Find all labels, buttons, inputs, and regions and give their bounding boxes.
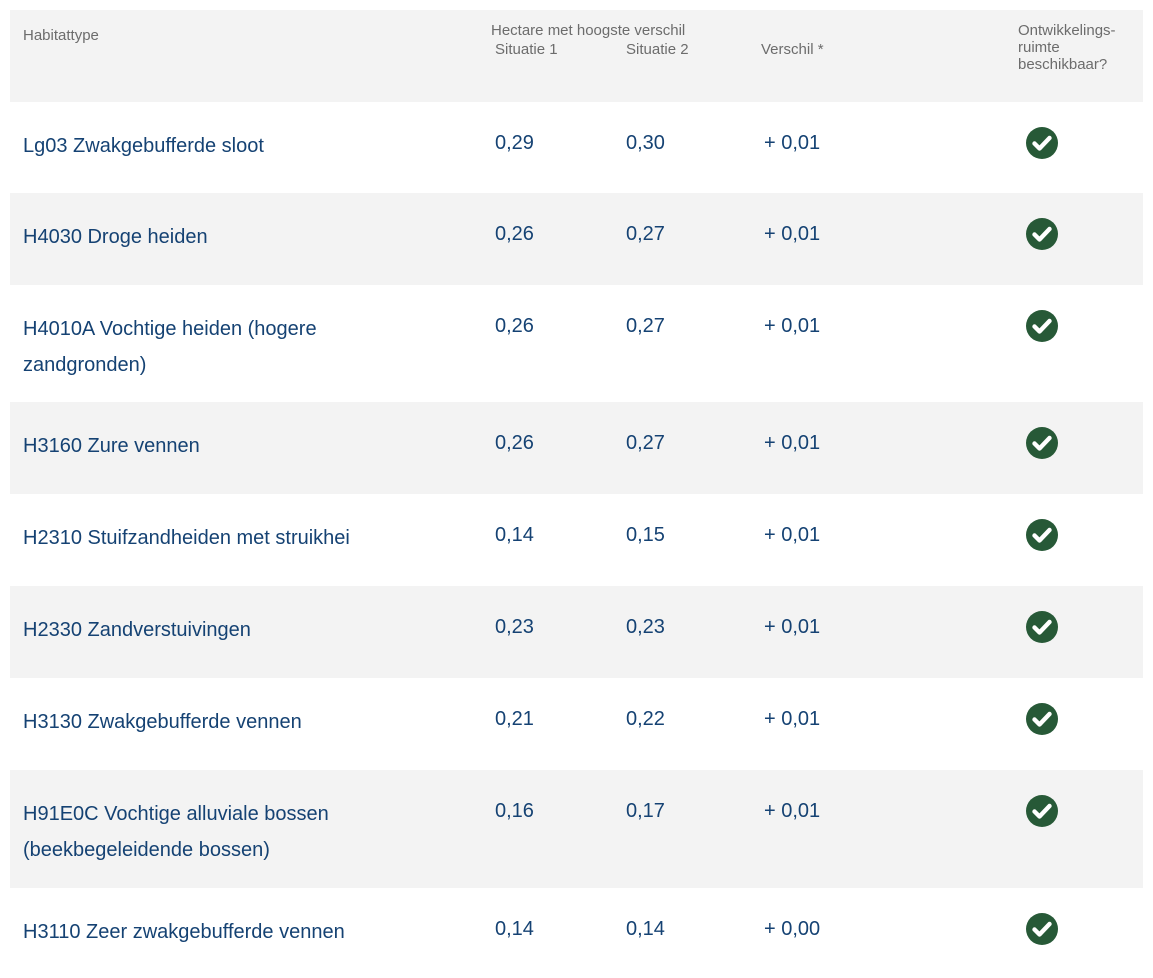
table-row: H2310 Stuifzandheiden met struikhei 0,14… <box>10 494 1143 586</box>
check-circle-icon <box>1026 218 1058 250</box>
habitat-type-link[interactable]: Lg03 Zwakgebufferde sloot <box>23 128 443 164</box>
situatie-2-value: 0,27 <box>626 432 665 454</box>
table-row: Lg03 Zwakgebufferde sloot 0,29 0,30 + 0,… <box>10 102 1143 193</box>
check-circle-icon <box>1026 519 1058 551</box>
situatie-1-value: 0,16 <box>495 800 534 822</box>
habitat-table: Habitattype Hectare met hoogste verschil… <box>10 10 1143 978</box>
header-situatie-1: Situatie 1 <box>495 41 558 58</box>
verschil-value: + 0,01 <box>764 432 821 454</box>
habitat-type-link[interactable]: H3160 Zure vennen <box>23 428 443 464</box>
verschil-value: + 0,01 <box>764 708 821 730</box>
situatie-1-value: 0,26 <box>495 223 534 245</box>
check-circle-icon <box>1026 611 1058 643</box>
header-verschil: Verschil * <box>761 41 824 58</box>
habitat-type-link[interactable]: H3110 Zeer zwakgebufferde vennen <box>23 914 443 950</box>
header-habitattype: Habitattype <box>23 27 99 44</box>
check-circle-icon <box>1026 703 1058 735</box>
situatie-2-value: 0,22 <box>626 708 665 730</box>
table-header: Habitattype Hectare met hoogste verschil… <box>10 10 1143 102</box>
verschil-value: + 0,01 <box>764 524 821 546</box>
situatie-2-value: 0,30 <box>626 132 665 154</box>
check-circle-icon <box>1026 127 1058 159</box>
habitat-type-link[interactable]: H2330 Zandverstuivingen <box>23 612 443 648</box>
verschil-value: + 0,01 <box>764 315 821 337</box>
situatie-2-value: 0,15 <box>626 524 665 546</box>
header-ontwikkelingsruimte-line-1: Ontwikkelings- <box>1018 22 1116 39</box>
situatie-1-value: 0,26 <box>495 315 534 337</box>
table-row: H91E0C Vochtige alluviale bossen (beekbe… <box>10 770 1143 888</box>
header-ontwikkelingsruimte-line-3: beschikbaar? <box>1018 56 1108 73</box>
check-circle-icon <box>1026 913 1058 945</box>
situatie-1-value: 0,23 <box>495 616 534 638</box>
situatie-2-value: 0,23 <box>626 616 665 638</box>
table-row: H4010A Vochtige heiden (hogere zandgrond… <box>10 285 1143 402</box>
situatie-2-value: 0,27 <box>626 223 665 245</box>
habitat-type-link[interactable]: H4010A Vochtige heiden (hogere zandgrond… <box>23 311 443 383</box>
header-ontwikkelingsruimte-line-2: ruimte <box>1018 39 1060 56</box>
situatie-1-value: 0,14 <box>495 918 534 940</box>
situatie-1-value: 0,21 <box>495 708 534 730</box>
situatie-1-value: 0,29 <box>495 132 534 154</box>
habitat-type-link[interactable]: H2310 Stuifzandheiden met struikhei <box>23 520 443 556</box>
verschil-value: + 0,01 <box>764 800 821 822</box>
situatie-2-value: 0,27 <box>626 315 665 337</box>
situatie-2-value: 0,14 <box>626 918 665 940</box>
verschil-value: + 0,01 <box>764 132 821 154</box>
table-row: H3160 Zure vennen 0,26 0,27 + 0,01 <box>10 402 1143 494</box>
verschil-value: + 0,00 <box>764 918 821 940</box>
situatie-1-value: 0,26 <box>495 432 534 454</box>
table-row: H2330 Zandverstuivingen 0,23 0,23 + 0,01 <box>10 586 1143 678</box>
header-situatie-2: Situatie 2 <box>626 41 689 58</box>
table-row: H3110 Zeer zwakgebufferde vennen 0,14 0,… <box>10 888 1143 978</box>
check-circle-icon <box>1026 795 1058 827</box>
situatie-1-value: 0,14 <box>495 524 534 546</box>
habitat-type-link[interactable]: H91E0C Vochtige alluviale bossen (beekbe… <box>23 796 443 868</box>
check-circle-icon <box>1026 310 1058 342</box>
table-row: H3130 Zwakgebufferde vennen 0,21 0,22 + … <box>10 678 1143 770</box>
verschil-value: + 0,01 <box>764 223 821 245</box>
habitat-type-link[interactable]: H3130 Zwakgebufferde vennen <box>23 704 443 740</box>
header-ontwikkelingsruimte: Ontwikkelings- ruimte beschikbaar? <box>1018 22 1138 73</box>
situatie-2-value: 0,17 <box>626 800 665 822</box>
header-hectare: Hectare met hoogste verschil <box>491 22 686 39</box>
table-row: H4030 Droge heiden 0,26 0,27 + 0,01 <box>10 193 1143 285</box>
habitat-type-link[interactable]: H4030 Droge heiden <box>23 219 443 255</box>
verschil-value: + 0,01 <box>764 616 821 638</box>
check-circle-icon <box>1026 427 1058 459</box>
